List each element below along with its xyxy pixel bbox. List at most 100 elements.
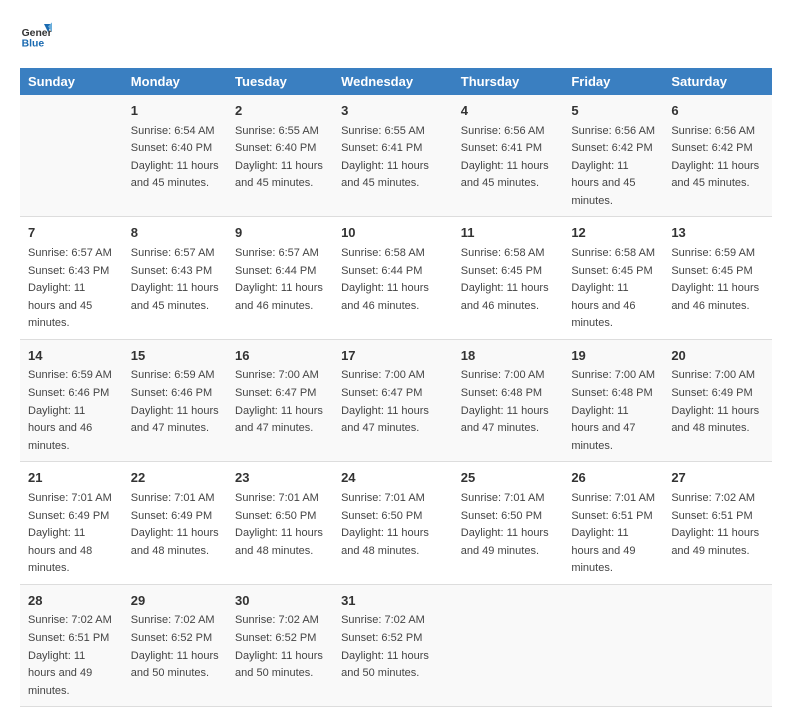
day-cell: 11 Sunrise: 6:58 AMSunset: 6:45 PMDayligh… [453, 217, 564, 339]
day-cell: 3 Sunrise: 6:55 AMSunset: 6:41 PMDaylight… [333, 95, 453, 217]
header-cell-sunday: Sunday [20, 68, 123, 95]
day-number: 3 [341, 101, 445, 121]
page-header: General Blue [20, 20, 772, 52]
week-row-1: 1Sunrise: 6:54 AMSunset: 6:40 PMDaylight… [20, 95, 772, 217]
day-cell: 28 Sunrise: 7:02 AMSunset: 6:51 PMDayligh… [20, 584, 123, 706]
header-cell-thursday: Thursday [453, 68, 564, 95]
cell-info: Sunrise: 7:01 AMSunset: 6:51 PMDaylight:… [571, 492, 655, 574]
cell-info: Sunrise: 7:01 AMSunset: 6:50 PMDaylight:… [235, 492, 323, 557]
day-number: 11 [461, 223, 556, 243]
cell-info: Sunrise: 6:54 AMSunset: 6:40 PMDaylight:… [131, 125, 219, 190]
day-cell: 17 Sunrise: 7:00 AMSunset: 6:47 PMDayligh… [333, 339, 453, 461]
day-cell [453, 584, 564, 706]
day-cell: 6 Sunrise: 6:56 AMSunset: 6:42 PMDaylight… [663, 95, 772, 217]
svg-text:Blue: Blue [22, 38, 45, 49]
week-row-2: 7 Sunrise: 6:57 AMSunset: 6:43 PMDaylight… [20, 217, 772, 339]
day-number: 9 [235, 223, 325, 243]
week-row-3: 14 Sunrise: 6:59 AMSunset: 6:46 PMDayligh… [20, 339, 772, 461]
day-cell: 9 Sunrise: 6:57 AMSunset: 6:44 PMDaylight… [227, 217, 333, 339]
day-cell: 8 Sunrise: 6:57 AMSunset: 6:43 PMDaylight… [123, 217, 227, 339]
header-cell-friday: Friday [563, 68, 663, 95]
day-cell: 5Sunrise: 6:56 AMSunset: 6:42 PMDaylight… [563, 95, 663, 217]
cell-info: Sunrise: 6:58 AMSunset: 6:44 PMDaylight:… [341, 247, 429, 312]
day-cell: 10 Sunrise: 6:58 AMSunset: 6:44 PMDayligh… [333, 217, 453, 339]
day-number: 14 [28, 346, 115, 366]
calendar-header: SundayMondayTuesdayWednesdayThursdayFrid… [20, 68, 772, 95]
day-number: 2 [235, 101, 325, 121]
day-cell: 23 Sunrise: 7:01 AMSunset: 6:50 PMDayligh… [227, 462, 333, 584]
day-number: 17 [341, 346, 445, 366]
cell-info: Sunrise: 6:57 AMSunset: 6:43 PMDaylight:… [28, 247, 112, 329]
day-number: 26 [571, 468, 655, 488]
day-cell: 25 Sunrise: 7:01 AMSunset: 6:50 PMDayligh… [453, 462, 564, 584]
cell-info: Sunrise: 7:02 AMSunset: 6:51 PMDaylight:… [28, 614, 112, 696]
cell-info: Sunrise: 7:00 AMSunset: 6:47 PMDaylight:… [341, 369, 429, 434]
day-number: 24 [341, 468, 445, 488]
day-number: 18 [461, 346, 556, 366]
cell-info: Sunrise: 7:02 AMSunset: 6:52 PMDaylight:… [131, 614, 219, 679]
day-cell [663, 584, 772, 706]
calendar-table: SundayMondayTuesdayWednesdayThursdayFrid… [20, 68, 772, 707]
day-number: 28 [28, 591, 115, 611]
header-row: SundayMondayTuesdayWednesdayThursdayFrid… [20, 68, 772, 95]
logo-icon: General Blue [20, 20, 52, 52]
day-number: 4 [461, 101, 556, 121]
day-cell: 18 Sunrise: 7:00 AMSunset: 6:48 PMDayligh… [453, 339, 564, 461]
cell-info: Sunrise: 6:59 AMSunset: 6:46 PMDaylight:… [28, 369, 112, 451]
cell-info: Sunrise: 6:56 AMSunset: 6:41 PMDaylight:… [461, 125, 549, 190]
day-cell: 30 Sunrise: 7:02 AMSunset: 6:52 PMDayligh… [227, 584, 333, 706]
day-cell: 14 Sunrise: 6:59 AMSunset: 6:46 PMDayligh… [20, 339, 123, 461]
calendar-body: 1Sunrise: 6:54 AMSunset: 6:40 PMDaylight… [20, 95, 772, 707]
day-cell: 20 Sunrise: 7:00 AMSunset: 6:49 PMDayligh… [663, 339, 772, 461]
day-number: 27 [671, 468, 764, 488]
day-number: 22 [131, 468, 219, 488]
day-cell: 15 Sunrise: 6:59 AMSunset: 6:46 PMDayligh… [123, 339, 227, 461]
day-number: 23 [235, 468, 325, 488]
day-number: 6 [671, 101, 764, 121]
header-cell-monday: Monday [123, 68, 227, 95]
cell-info: Sunrise: 6:57 AMSunset: 6:44 PMDaylight:… [235, 247, 323, 312]
header-cell-tuesday: Tuesday [227, 68, 333, 95]
day-cell: 21 Sunrise: 7:01 AMSunset: 6:49 PMDayligh… [20, 462, 123, 584]
cell-info: Sunrise: 6:56 AMSunset: 6:42 PMDaylight:… [671, 125, 759, 190]
day-number: 16 [235, 346, 325, 366]
day-number: 7 [28, 223, 115, 243]
cell-info: Sunrise: 7:01 AMSunset: 6:49 PMDaylight:… [28, 492, 112, 574]
day-number: 15 [131, 346, 219, 366]
day-cell: 4 Sunrise: 6:56 AMSunset: 6:41 PMDaylight… [453, 95, 564, 217]
day-number: 12 [571, 223, 655, 243]
day-cell: 22Sunrise: 7:01 AMSunset: 6:49 PMDayligh… [123, 462, 227, 584]
day-cell: 26 Sunrise: 7:01 AMSunset: 6:51 PMDayligh… [563, 462, 663, 584]
day-number: 30 [235, 591, 325, 611]
day-number: 10 [341, 223, 445, 243]
cell-info: Sunrise: 6:58 AMSunset: 6:45 PMDaylight:… [461, 247, 549, 312]
day-cell: 7 Sunrise: 6:57 AMSunset: 6:43 PMDaylight… [20, 217, 123, 339]
day-cell [20, 95, 123, 217]
day-cell: 2Sunrise: 6:55 AMSunset: 6:40 PMDaylight… [227, 95, 333, 217]
cell-info: Sunrise: 7:00 AMSunset: 6:49 PMDaylight:… [671, 369, 759, 434]
header-cell-saturday: Saturday [663, 68, 772, 95]
cell-info: Sunrise: 7:02 AMSunset: 6:52 PMDaylight:… [235, 614, 323, 679]
day-cell: 12Sunrise: 6:58 AMSunset: 6:45 PMDayligh… [563, 217, 663, 339]
day-number: 19 [571, 346, 655, 366]
header-cell-wednesday: Wednesday [333, 68, 453, 95]
cell-info: Sunrise: 6:59 AMSunset: 6:46 PMDaylight:… [131, 369, 219, 434]
day-cell: 27Sunrise: 7:02 AMSunset: 6:51 PMDayligh… [663, 462, 772, 584]
day-number: 29 [131, 591, 219, 611]
cell-info: Sunrise: 7:00 AMSunset: 6:48 PMDaylight:… [461, 369, 549, 434]
cell-info: Sunrise: 7:01 AMSunset: 6:50 PMDaylight:… [341, 492, 429, 557]
day-number: 21 [28, 468, 115, 488]
day-cell: 16Sunrise: 7:00 AMSunset: 6:47 PMDayligh… [227, 339, 333, 461]
week-row-4: 21 Sunrise: 7:01 AMSunset: 6:49 PMDayligh… [20, 462, 772, 584]
day-number: 20 [671, 346, 764, 366]
cell-info: Sunrise: 6:59 AMSunset: 6:45 PMDaylight:… [671, 247, 759, 312]
day-cell: 19Sunrise: 7:00 AMSunset: 6:48 PMDayligh… [563, 339, 663, 461]
day-cell [563, 584, 663, 706]
day-number: 8 [131, 223, 219, 243]
cell-info: Sunrise: 6:57 AMSunset: 6:43 PMDaylight:… [131, 247, 219, 312]
day-number: 25 [461, 468, 556, 488]
cell-info: Sunrise: 6:55 AMSunset: 6:41 PMDaylight:… [341, 125, 429, 190]
cell-info: Sunrise: 7:01 AMSunset: 6:50 PMDaylight:… [461, 492, 549, 557]
day-cell: 1Sunrise: 6:54 AMSunset: 6:40 PMDaylight… [123, 95, 227, 217]
day-cell: 13Sunrise: 6:59 AMSunset: 6:45 PMDayligh… [663, 217, 772, 339]
